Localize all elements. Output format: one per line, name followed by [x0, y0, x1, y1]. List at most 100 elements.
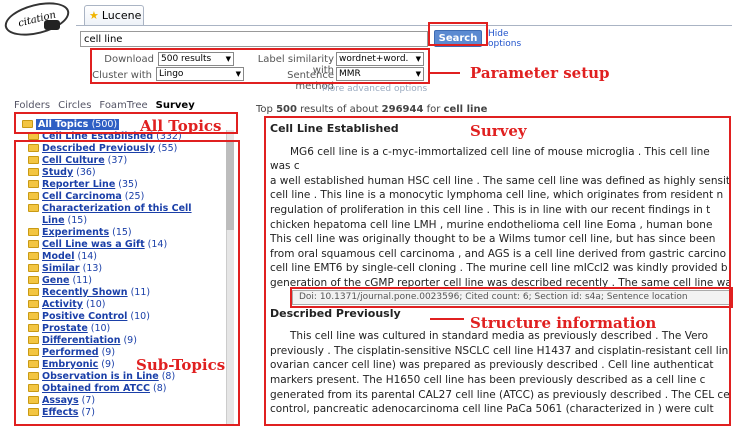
tab-foamtree[interactable]: FoamTree	[99, 100, 147, 111]
folder-icon	[28, 312, 39, 320]
chevron-down-icon: ▼	[415, 70, 421, 78]
tree-item-label: Gene	[42, 274, 70, 286]
sentence-method-label: Sentence method	[287, 70, 334, 92]
survey-section-body: This cell line was cultured in standard …	[270, 329, 732, 417]
tree-item[interactable]: Line (15)	[28, 214, 228, 226]
chevron-down-icon: ▼	[415, 55, 421, 63]
hide-options-link[interactable]: Hide options	[488, 29, 521, 49]
tree-item-label: Embryonic	[42, 358, 99, 370]
tree-item-label: Activity	[42, 298, 83, 310]
survey-text-line: cell line . This line is a monocytic lym…	[270, 189, 724, 202]
tree-item[interactable]: Positive Control (10)	[28, 310, 228, 322]
tree-item[interactable]: Differentiation (9)	[28, 334, 228, 346]
tree-item-count: (11)	[72, 274, 92, 286]
survey-section-body: MG6 cell line is a c-myc-immortalized ce…	[270, 145, 732, 291]
tree-scrollbar-thumb[interactable]	[226, 140, 234, 230]
folder-icon	[28, 156, 39, 164]
survey-text-line: control, pancreatic adenocarcinoma cell …	[270, 403, 714, 416]
tree-item-count: (11)	[130, 286, 151, 298]
folder-icon	[28, 336, 39, 344]
tree-item[interactable]: Gene (11)	[28, 274, 228, 286]
chevron-down-icon: ▼	[225, 55, 231, 63]
tree-item[interactable]: Described Previously (55)	[28, 142, 228, 154]
tree-item-label: Described Previously	[42, 142, 155, 154]
more-options-link[interactable]: More advanced options	[322, 84, 427, 94]
folder-icon	[28, 264, 39, 272]
search-button[interactable]: Search	[434, 30, 482, 47]
annotation-arrow	[430, 318, 464, 320]
survey-text-line: regulation of proliferation in this cell…	[270, 203, 711, 216]
tab-divider	[76, 25, 732, 26]
tree-item-count: (25)	[124, 190, 145, 202]
search-input[interactable]	[80, 31, 428, 47]
cluster-select[interactable]: Lingo ▼	[156, 67, 244, 81]
tree-item[interactable]: Recently Shown (11)	[28, 286, 228, 298]
tree-item[interactable]: Cell Culture (37)	[28, 154, 228, 166]
results-query: cell line	[443, 104, 488, 115]
tree-item-count: (9)	[123, 334, 137, 346]
tree-item[interactable]: Model (14)	[28, 250, 228, 262]
folder-icon	[28, 324, 39, 332]
cluster-label: Cluster with	[92, 70, 152, 81]
folder-icon	[28, 384, 39, 392]
folder-icon	[28, 204, 39, 212]
tree-item-count: (7)	[81, 394, 96, 406]
download-label: Download	[104, 54, 154, 65]
survey-text-line: from oral squamous cell carcinoma , and …	[270, 247, 727, 260]
tree-item[interactable]: Cell Carcinoma (25)	[28, 190, 228, 202]
tree-item-count: (15)	[67, 214, 88, 226]
tree-item-label: Cell Culture	[42, 154, 105, 166]
tree-item-label: Cell Carcinoma	[42, 190, 122, 202]
tree-item-count: (14)	[77, 250, 97, 262]
tree-item-label: Reporter Line	[42, 178, 116, 190]
tree-item[interactable]: Cell Line was a Gift (14)	[28, 238, 228, 250]
tree-item-label: Cell Line Established	[42, 130, 154, 142]
tree-item-count: (55)	[157, 142, 178, 154]
survey-text-line: MG6 cell line is a c-myc-immortalized ce…	[270, 145, 710, 173]
panel-tabs: Folders Circles FoamTree Survey	[14, 100, 195, 111]
survey-text-line: generation of the cGMP reporter cell lin…	[270, 276, 732, 289]
tree-item-label: Similar	[42, 262, 80, 274]
tree-item[interactable]: Prostate (10)	[28, 322, 228, 334]
tree-item-label: All Topics (500)	[36, 118, 120, 130]
tree-item[interactable]: Assays (7)	[28, 394, 228, 406]
label-similarity-select[interactable]: wordnet+word. ▼	[336, 52, 424, 66]
survey-text-line: a well established human HSC cell line .…	[270, 174, 730, 187]
tree-item[interactable]: Activity (10)	[28, 298, 228, 310]
star-icon: ★	[89, 9, 99, 22]
tab-lucene[interactable]: ★ Lucene	[84, 5, 144, 25]
survey-text-line: chicken hepatoma cell line LMH , murine …	[270, 218, 713, 231]
folder-icon	[28, 408, 39, 416]
tab-survey[interactable]: Survey	[156, 100, 195, 111]
annotation-survey: Survey	[470, 122, 527, 140]
tree-item[interactable]: Experiments (15)	[28, 226, 228, 238]
results-middle: results of about	[300, 104, 379, 115]
results-prefix: Top	[256, 104, 273, 115]
survey-text-line: This cell line was originally thought to…	[270, 233, 716, 246]
download-select[interactable]: 500 results ▼	[158, 52, 234, 66]
tree-item[interactable]: Obtained from ATCC (8)	[28, 382, 228, 394]
tree-item[interactable]: Effects (7)	[28, 406, 228, 418]
citation-logo[interactable]: citation	[1, 0, 73, 42]
tree-item[interactable]: Reporter Line (35)	[28, 178, 228, 190]
tree-item[interactable]: Similar (13)	[28, 262, 228, 274]
tree-item[interactable]: Characterization of this Cell	[28, 202, 228, 214]
tab-circles[interactable]: Circles	[58, 100, 91, 111]
tree-item-label: Effects	[42, 406, 79, 418]
annotation-all-topics: All Topics	[140, 117, 222, 135]
download-value: 500 results	[161, 54, 212, 64]
all-topics-label: All Topics	[38, 118, 89, 130]
sub-topic-list: Cell Line Established (332) Described Prev…	[28, 130, 228, 418]
tab-folders[interactable]: Folders	[14, 100, 50, 111]
tree-item[interactable]: Study (36)	[28, 166, 228, 178]
tree-item-count: (15)	[112, 226, 132, 238]
tree-item-count: (35)	[118, 178, 138, 190]
folder-icon	[28, 372, 39, 380]
folder-icon	[28, 180, 39, 188]
tab-label: Lucene	[101, 9, 142, 22]
tree-item-label: Prostate	[42, 322, 88, 334]
sentence-method-select[interactable]: MMR ▼	[336, 67, 424, 81]
folder-icon	[28, 192, 39, 200]
tree-item-label: Line	[42, 214, 65, 226]
folder-icon	[28, 276, 39, 284]
